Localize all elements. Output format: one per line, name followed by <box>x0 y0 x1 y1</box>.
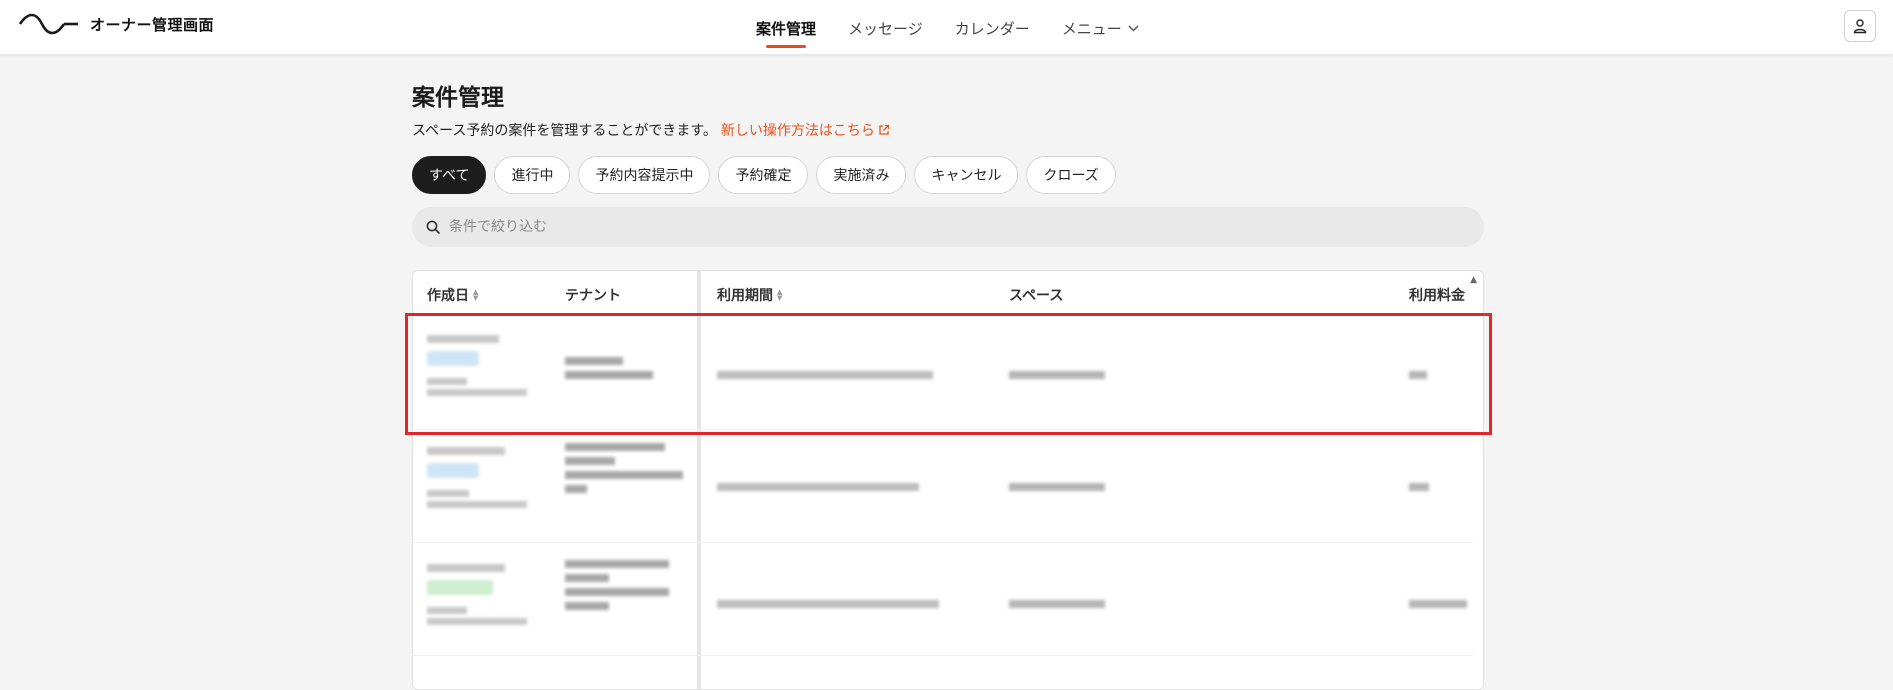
row-fee-cell <box>1409 600 1467 608</box>
column-header-fee: 利用料金 <box>1409 285 1465 305</box>
scroll-up-arrow-icon[interactable]: ▲ <box>1470 275 1477 285</box>
table-row[interactable] <box>413 317 1473 430</box>
row-period-cell <box>717 371 933 379</box>
user-icon <box>1853 19 1867 34</box>
column-header-label: 作成日 <box>427 288 469 304</box>
nav-tab-messages[interactable]: メッセージ <box>848 14 923 42</box>
logo[interactable]: オーナー管理画面 <box>18 13 214 35</box>
row-fee-cell <box>1409 483 1429 491</box>
top-navigation-bar: オーナー管理画面 案件管理 メッセージ カレンダー メニュー <box>0 0 1893 55</box>
row-created-cell <box>427 331 527 396</box>
row-space-cell <box>1009 371 1105 379</box>
column-header-label: テナント <box>565 288 621 304</box>
nav-tab-label: カレンダー <box>954 19 1030 38</box>
nav-tab-menu[interactable]: メニュー <box>1062 14 1139 42</box>
search-input[interactable] <box>449 219 1349 235</box>
nav-tab-label: メニュー <box>1061 19 1122 38</box>
filter-cancelled[interactable]: キャンセル <box>914 156 1019 194</box>
column-header-label: スペース <box>1009 288 1064 304</box>
status-badge <box>427 351 479 366</box>
column-header-created[interactable]: 作成日 ▲ ▼ <box>427 285 478 305</box>
main-nav: 案件管理 メッセージ カレンダー メニュー <box>756 14 1139 48</box>
status-badge <box>427 580 493 595</box>
filter-completed[interactable]: 実施済み <box>816 156 907 194</box>
filter-proposal[interactable]: 予約内容提示中 <box>578 156 711 194</box>
row-period-cell <box>717 483 919 491</box>
search-bar <box>412 207 1484 247</box>
row-created-cell <box>427 560 527 625</box>
filter-all[interactable]: すべて <box>412 156 487 194</box>
column-header-label: 利用期間 <box>717 288 773 304</box>
table-header: 作成日 ▲ ▼ テナント 利用期間 ▲ ▼ スペース 利用料金 ▲ <box>413 271 1483 316</box>
filter-in-progress[interactable]: 進行中 <box>494 156 571 194</box>
nav-tab-calendar[interactable]: カレンダー <box>955 14 1030 42</box>
nav-tab-label: メッセージ <box>848 19 923 38</box>
table-row[interactable] <box>413 657 1473 689</box>
column-header-period[interactable]: 利用期間 ▲ ▼ <box>717 285 782 305</box>
row-created-cell <box>427 443 527 508</box>
nav-tab-cases[interactable]: 案件管理 <box>756 14 817 48</box>
table-row[interactable] <box>413 431 1473 543</box>
help-link[interactable]: 新しい操作方法はこちら <box>721 120 890 140</box>
status-filter-tabs: すべて 進行中 予約内容提示中 予約確定 実施済み キャンセル クローズ <box>412 156 1116 194</box>
filter-closed[interactable]: クローズ <box>1026 156 1116 194</box>
column-header-tenant: テナント <box>565 285 621 305</box>
nav-tab-label: 案件管理 <box>756 19 817 38</box>
chevron-down-icon <box>1128 22 1139 35</box>
page-title: 案件管理 <box>412 85 504 111</box>
brand-logo-icon <box>18 13 78 35</box>
row-tenant-cell <box>565 443 683 493</box>
help-link-label: 新しい操作方法はこちら <box>720 123 875 139</box>
description-text: スペース予約の案件を管理することができます。 <box>412 123 717 139</box>
column-header-label: 利用料金 <box>1409 288 1465 304</box>
sort-icon: ▲ ▼ <box>777 288 783 302</box>
row-space-cell <box>1009 600 1105 608</box>
row-tenant-cell <box>565 357 653 379</box>
sort-icon: ▲ ▼ <box>473 288 479 302</box>
row-fee-cell <box>1409 371 1427 379</box>
filter-confirmed[interactable]: 予約確定 <box>718 156 809 194</box>
page-description: スペース予約の案件を管理することができます。 新しい操作方法はこちら <box>412 120 890 140</box>
column-header-space: スペース <box>1009 285 1063 305</box>
user-account-button[interactable] <box>1844 10 1876 42</box>
search-icon <box>426 220 441 234</box>
row-period-cell <box>717 600 939 608</box>
status-badge <box>427 463 479 478</box>
external-link-icon <box>879 124 890 135</box>
table-row[interactable] <box>413 544 1473 656</box>
row-space-cell <box>1009 483 1105 491</box>
app-title: オーナー管理画面 <box>90 15 215 34</box>
cases-table: 作成日 ▲ ▼ テナント 利用期間 ▲ ▼ スペース 利用料金 ▲ <box>412 270 1484 690</box>
row-tenant-cell <box>565 560 669 610</box>
